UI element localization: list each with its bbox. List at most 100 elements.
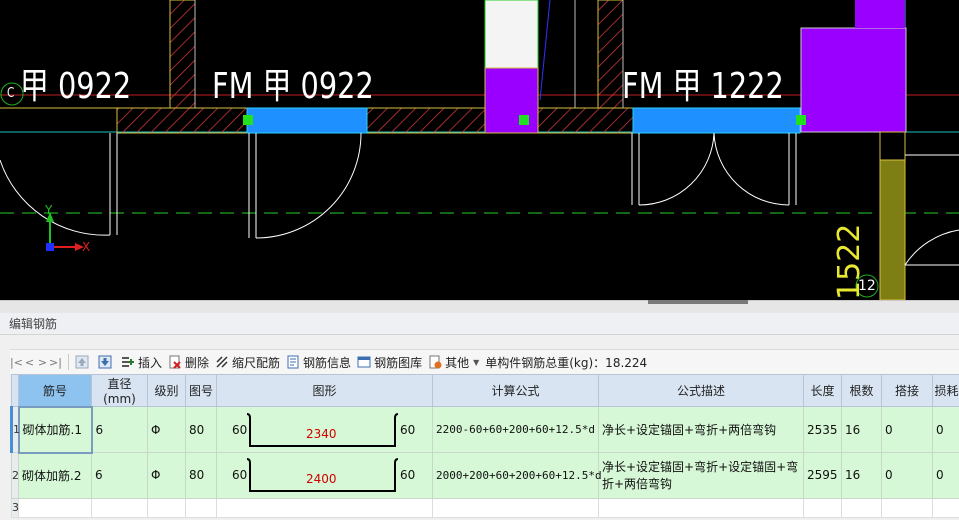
empty-cell[interactable]	[185, 497, 217, 518]
olive-column	[879, 159, 906, 300]
empty-cell[interactable]	[803, 497, 842, 518]
delete-button[interactable]: 删除	[168, 354, 209, 371]
grip-left	[243, 115, 253, 125]
table-row[interactable]: 1 砌体加筋.1 6 Φ 80 60 2340 60 2200-60+60+20…	[10, 405, 959, 454]
cell-figure-no[interactable]: 80	[185, 406, 217, 453]
splitter-grip[interactable]	[648, 300, 748, 304]
cell-loss[interactable]: 0	[932, 406, 959, 453]
rebar-library-label: 钢筋图库	[374, 355, 423, 370]
scale-rebar-icon	[216, 356, 228, 368]
move-up-icon	[75, 355, 89, 369]
column-header-shape[interactable]: 图形	[216, 374, 433, 407]
table-row-empty[interactable]: 3	[11, 497, 959, 518]
grid-label-c: C	[7, 86, 15, 101]
prev-record-icon[interactable]: <	[23, 356, 36, 369]
column-header-figure-no[interactable]: 图号	[185, 374, 217, 407]
table-row[interactable]: 2 砌体加筋.2 6 Φ 80 60 2400 60 2000+200+60+2…	[11, 452, 959, 499]
empty-cell[interactable]	[932, 497, 959, 518]
cad-canvas[interactable]: 甲 0922 FM 甲 0922 FM 甲 1222 C 12 1522 X Y	[0, 0, 959, 300]
empty-cell[interactable]	[598, 497, 804, 518]
next-record-icon[interactable]: >	[36, 356, 49, 369]
last-record-icon[interactable]: >|	[49, 356, 62, 369]
empty-cell[interactable]	[18, 497, 92, 518]
cell-length[interactable]: 2535	[803, 406, 842, 453]
shape-left-value: 60	[232, 422, 248, 437]
cell-loss[interactable]: 0	[932, 452, 959, 499]
move-down-button[interactable]	[98, 355, 115, 369]
other-label: 其他	[445, 355, 470, 370]
grip-right	[796, 115, 806, 125]
door-label-left: 甲 0922	[20, 66, 132, 107]
cell-diameter[interactable]: 6	[91, 406, 148, 453]
table-header-row: 筋号 直径(mm) 级别 图号 图形 计算公式 公式描述 长度 根数 搭接 损耗	[11, 374, 959, 407]
column-header-diameter[interactable]: 直径(mm)	[91, 374, 148, 407]
cell-description[interactable]: 净长+设定锚固+弯折+设定锚固+弯折+两倍弯钩	[598, 452, 804, 499]
rebar-toolbar: |< < > >| 插入 删除 缩尺配筋 钢筋信息 钢筋图库 其他 ▼ 单构件钢…	[10, 349, 959, 374]
rebar-library-button[interactable]: 钢筋图库	[357, 354, 422, 371]
insert-icon	[122, 357, 134, 367]
cell-count[interactable]: 16	[841, 406, 882, 453]
vertical-dimension-text: 1522	[832, 223, 867, 300]
cell-diameter[interactable]: 6	[91, 452, 148, 499]
column-header-name[interactable]: 筋号	[18, 374, 92, 407]
wall-segment-2	[632, 107, 801, 134]
rebar-shape-diagram: 60 2340 60	[220, 410, 429, 450]
chevron-down-icon: ▼	[473, 357, 480, 367]
other-icon	[429, 355, 442, 369]
rebar-info-label: 钢筋信息	[303, 355, 352, 370]
column-header-formula[interactable]: 计算公式	[432, 374, 599, 407]
cell-grade[interactable]: Φ	[147, 406, 186, 453]
rebar-shape-diagram: 60 2400 60	[220, 455, 429, 495]
axis-x-label: X	[82, 240, 91, 254]
other-button[interactable]: 其他 ▼	[428, 354, 479, 371]
empty-cell[interactable]	[216, 497, 433, 518]
hatched-column-left	[169, 0, 196, 109]
cell-count[interactable]: 16	[841, 452, 882, 499]
cell-length[interactable]: 2595	[803, 452, 842, 499]
column-header-loss[interactable]: 损耗	[932, 374, 959, 407]
move-up-button[interactable]	[75, 355, 92, 369]
cell-shape[interactable]: 60 2400 60	[216, 452, 433, 499]
empty-cell[interactable]	[881, 497, 933, 518]
empty-cell[interactable]	[432, 497, 599, 518]
row-number[interactable]: 3	[11, 497, 19, 518]
edit-rebar-panel: 编辑钢筋 |< < > >| 插入 删除 缩尺配筋 钢筋信息 钢筋图库 其他 ▼…	[0, 313, 959, 520]
door-label-right: FM 甲 1222	[622, 66, 784, 107]
delete-icon	[169, 355, 181, 369]
cell-shape[interactable]: 60 2340 60	[216, 406, 433, 453]
column-header-count[interactable]: 根数	[841, 374, 882, 407]
move-down-icon	[98, 355, 112, 369]
empty-cell[interactable]	[147, 497, 186, 518]
shape-right-value: 60	[400, 422, 416, 437]
scale-rebar-button[interactable]: 缩尺配筋	[215, 354, 280, 371]
shape-right-value: 60	[400, 468, 416, 483]
cell-formula[interactable]: 2200-60+60+200+60+12.5*d	[432, 406, 599, 453]
row-number[interactable]: 1	[10, 406, 20, 453]
cell-name[interactable]: 砌体加筋.1	[17, 405, 93, 454]
first-record-icon[interactable]: |<	[10, 356, 23, 369]
axis-y-label: Y	[45, 203, 53, 217]
wall-segment-1	[246, 107, 368, 134]
row-number[interactable]: 2	[11, 452, 19, 499]
cell-figure-no[interactable]: 80	[185, 452, 217, 499]
rebar-info-button[interactable]: 钢筋信息	[286, 354, 351, 371]
column-header-length[interactable]: 长度	[803, 374, 842, 407]
cad-drawing	[0, 0, 959, 300]
delete-label: 删除	[185, 355, 210, 370]
column-header-description[interactable]: 公式描述	[598, 374, 804, 407]
cell-lap[interactable]: 0	[881, 406, 933, 453]
column-header-lap[interactable]: 搭接	[881, 374, 933, 407]
cell-name[interactable]: 砌体加筋.2	[18, 452, 92, 499]
empty-cell[interactable]	[91, 497, 148, 518]
rebar-info-icon	[287, 355, 299, 369]
insert-button[interactable]: 插入	[121, 354, 162, 371]
cell-grade[interactable]: Φ	[147, 452, 186, 499]
cell-description[interactable]: 净长+设定锚固+弯折+两倍弯钩	[598, 406, 804, 453]
empty-cell[interactable]	[841, 497, 882, 518]
panel-splitter[interactable]	[0, 300, 959, 314]
cell-lap[interactable]: 0	[881, 452, 933, 499]
column-header-grade[interactable]: 级别	[147, 374, 186, 407]
cell-formula[interactable]: 2000+200+60+200+60+12.5*d	[432, 452, 602, 499]
row-number-header	[11, 374, 19, 407]
shape-left-value: 60	[232, 468, 248, 483]
